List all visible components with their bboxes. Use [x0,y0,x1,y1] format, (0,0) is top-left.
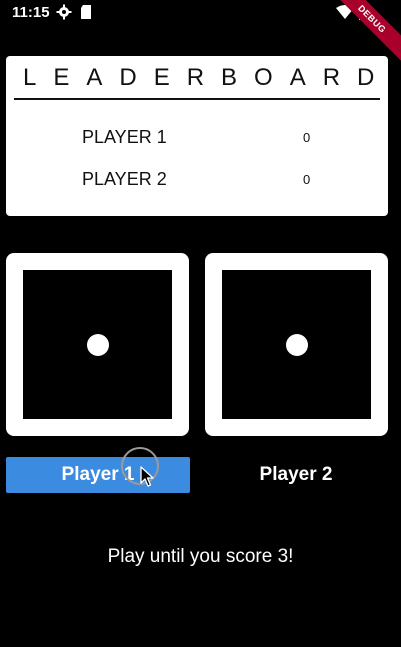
player2-name: PLAYER 2 [82,169,167,189]
die-pip [286,334,308,356]
instructions-text: Play until you score 3! [107,546,294,567]
player2-score: 0 [303,172,311,187]
player1-die [6,253,189,436]
status-time: 11:15 [12,4,50,21]
player1-button[interactable]: Player 1 [6,457,190,493]
leaderboard-row: PLAYER 1 0 [6,127,388,151]
gear-icon [56,4,72,25]
status-bar: 11:15 DEBUG [0,0,401,65]
cursor-icon [140,466,154,493]
leaderboard-row: PLAYER 2 0 [6,169,388,193]
sd-card-icon [79,4,93,25]
die-pip [87,334,109,356]
die-face [23,270,172,419]
player2-button[interactable]: Player 2 [204,457,388,493]
leaderboard-divider [14,98,380,100]
leaderboard-panel: LEADERBOARD PLAYER 1 0 PLAYER 2 0 [6,56,388,216]
player1-name: PLAYER 1 [82,127,167,147]
leaderboard-title: LEADERBOARD [23,64,392,91]
die-face [222,270,371,419]
player2-die [205,253,388,436]
player1-score: 0 [303,130,311,145]
